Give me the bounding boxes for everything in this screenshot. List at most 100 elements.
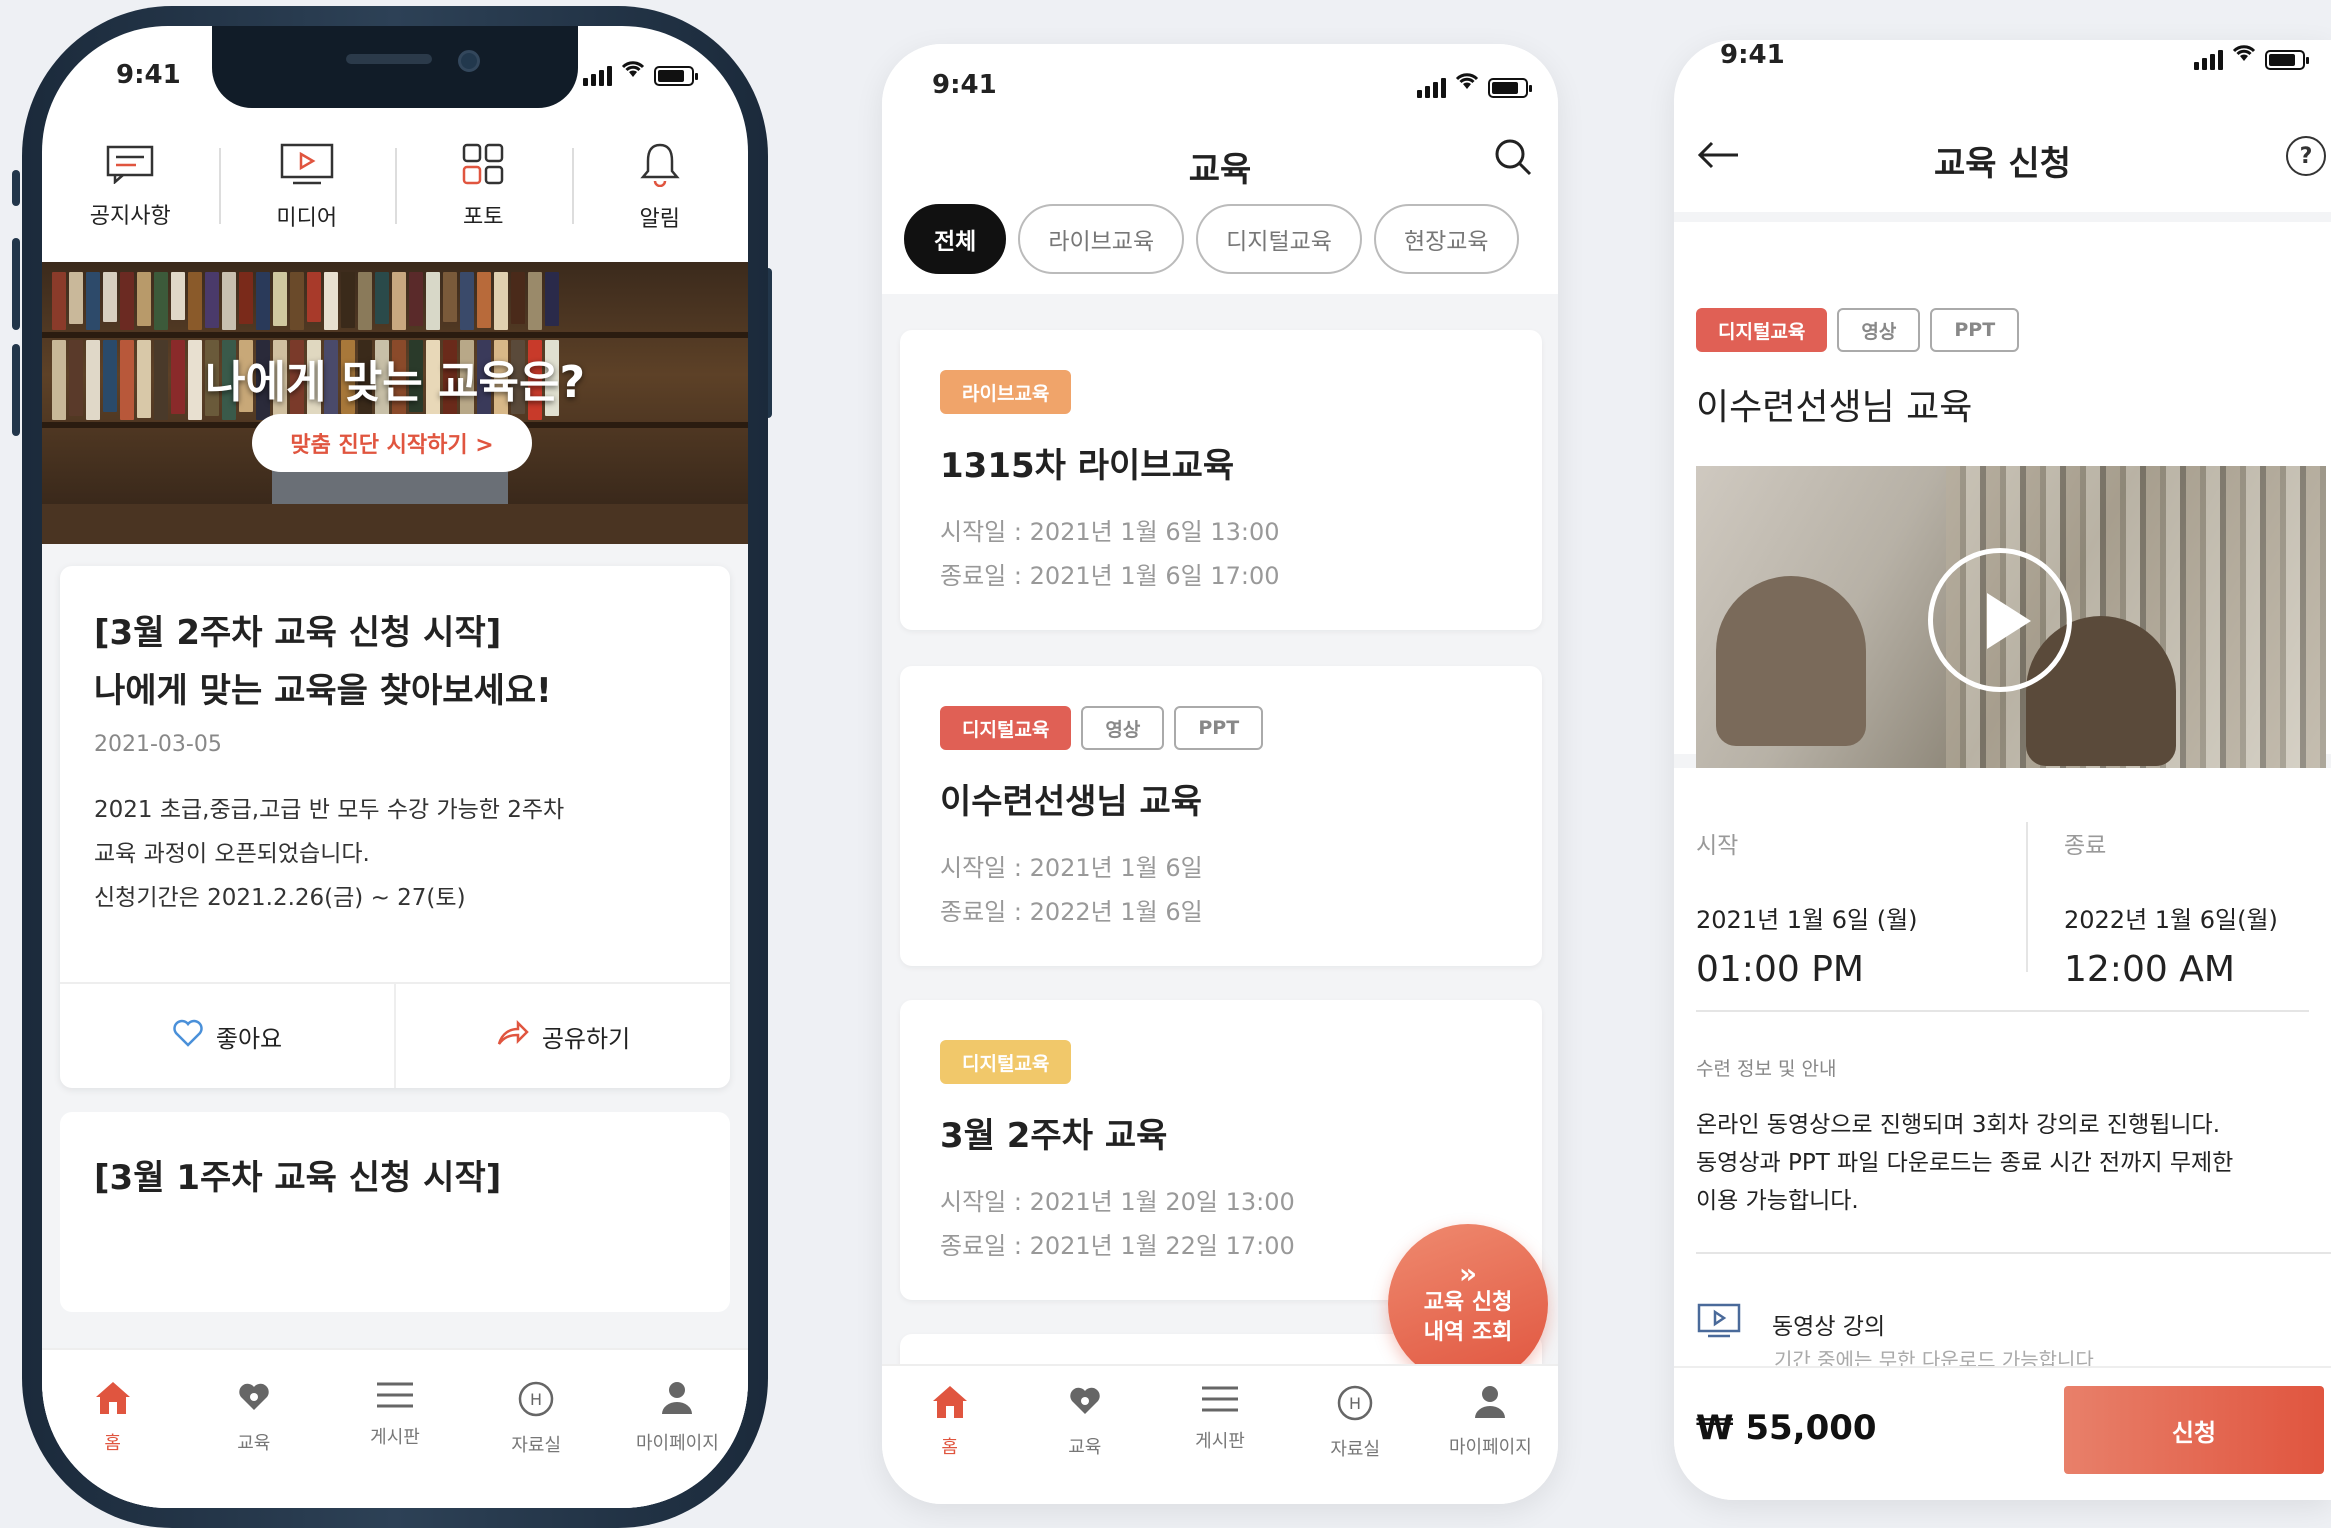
- status-time: 9:41: [932, 70, 997, 100]
- status-icons: [1417, 68, 1532, 98]
- filter-chips-viewport: 전체 라이브교육 디지털교육 현장교육: [882, 204, 1558, 276]
- user-icon: [658, 1380, 696, 1421]
- filter-digital[interactable]: 디지털교육: [1196, 204, 1362, 274]
- tab-mypage[interactable]: 마이페이지: [607, 1380, 748, 1455]
- video-lecture-label: 동영상 강의: [1772, 1314, 1886, 1340]
- education-start: 시작일 : 2021년 1월 20일 13:00: [940, 1188, 1295, 1216]
- notice-title-line1: [3월 2주차 교육 신청 시작]: [94, 613, 502, 653]
- start-time: 01:00 PM: [1696, 949, 1864, 990]
- status-icons: [583, 56, 698, 86]
- quick-menu-notice[interactable]: 공지사항: [42, 112, 219, 262]
- home-icon: [931, 1384, 969, 1425]
- notice-card[interactable]: [3월 1주차 교육 신청 시작]: [60, 1112, 730, 1312]
- tag-video: 영상: [1081, 706, 1165, 750]
- notice-title: [3월 1주차 교육 신청 시작]: [94, 1158, 502, 1198]
- quick-menu-label: 알림: [639, 207, 680, 232]
- quick-menu-media[interactable]: 미디어: [218, 112, 396, 262]
- tab-label: 게시판: [1195, 1431, 1245, 1452]
- tab-mypage[interactable]: 마이페이지: [1423, 1384, 1558, 1459]
- notice-actions: 좋아요 공유하기: [60, 982, 730, 1088]
- svg-text:H: H: [530, 1390, 542, 1409]
- education-title: 1315차 라이브교육: [940, 446, 1235, 486]
- tab-education[interactable]: 교육: [1017, 1384, 1152, 1459]
- apply-button[interactable]: 신청: [2064, 1386, 2324, 1474]
- tab-board[interactable]: 게시판: [324, 1380, 465, 1449]
- education-list-screen: 9:41 교육 전체 라이브교육 디지털교육 현장교육 라이브교육 1315차 …: [882, 44, 1558, 1504]
- filter-all[interactable]: 전체: [904, 204, 1007, 274]
- phone-frame-home: 9:41 공지사항 미디어 포토 알림 나에게 맞는 교육은? 맞춤 진단 시작…: [22, 6, 768, 1528]
- wifi-icon: [1454, 68, 1480, 98]
- like-label: 좋아요: [215, 1024, 283, 1053]
- tab-bar: 홈 교육 게시판 H 자료실 마이페이지: [42, 1348, 748, 1508]
- course-title: 이수련선생님 교육: [1696, 387, 1973, 428]
- tab-label: 교육: [237, 1433, 271, 1454]
- status-time: 9:41: [1720, 40, 1785, 70]
- notice-icon: [105, 144, 155, 188]
- divider: [1696, 1252, 2331, 1254]
- education-card[interactable]: 라이브교육 1315차 라이브교육 시작일 : 2021년 1월 6일 13:0…: [900, 330, 1542, 630]
- notice-card[interactable]: [3월 2주차 교육 신청 시작] 나에게 맞는 교육을 찾아보세요! 2021…: [60, 566, 730, 1088]
- info-body: 온라인 동영상으로 진행되며 3회차 강의로 진행됩니다. 동영상과 PPT 파…: [1696, 1106, 2307, 1220]
- education-start: 시작일 : 2021년 1월 6일 13:00: [940, 518, 1280, 546]
- quick-menu-label: 공지사항: [89, 204, 171, 229]
- education-card[interactable]: 디지털교육 영상 PPT 이수련선생님 교육 시작일 : 2021년 1월 6일…: [900, 666, 1542, 966]
- tab-board[interactable]: 게시판: [1152, 1384, 1287, 1453]
- silent-switch: [12, 170, 20, 206]
- help-icon[interactable]: ?: [2286, 136, 2326, 176]
- hero-background: [42, 272, 748, 330]
- battery-icon: [654, 66, 698, 86]
- notice-body: 2021 초급,중급,고급 반 모두 수강 가능한 2주차 교육 과정이 오픈되…: [94, 788, 700, 920]
- education-tags: 디지털교육: [940, 1040, 1072, 1084]
- education-icon: [1066, 1384, 1104, 1425]
- status-bar: 9:41: [882, 44, 1558, 134]
- tab-home[interactable]: 홈: [882, 1384, 1017, 1459]
- tab-education[interactable]: 교육: [183, 1380, 324, 1455]
- education-dates: 시작일 : 2021년 1월 6일 종료일 : 2022년 1월 6일: [940, 846, 1203, 934]
- page-title: 교육: [1188, 150, 1252, 190]
- education-title: 3월 2주차 교육: [940, 1116, 1168, 1156]
- volume-up-button: [12, 238, 20, 330]
- filter-chips: 전체 라이브교육 디지털교육 현장교육: [904, 204, 1519, 274]
- share-button[interactable]: 공유하기: [394, 984, 730, 1088]
- notice-title-line2: 나에게 맞는 교육을 찾아보세요!: [94, 671, 552, 711]
- tab-label: 마이페이지: [636, 1433, 719, 1454]
- fab-label-line1: 교육 신청: [1423, 1290, 1513, 1315]
- play-icon[interactable]: [1928, 548, 2072, 692]
- search-icon[interactable]: [1492, 136, 1534, 182]
- hero-banner[interactable]: 나에게 맞는 교육은? 맞춤 진단 시작하기 >: [42, 262, 748, 544]
- info-label: 수련 정보 및 안내: [1696, 1058, 1837, 1080]
- status-time: 9:41: [116, 60, 181, 90]
- home-screen: 9:41 공지사항 미디어 포토 알림 나에게 맞는 교육은? 맞춤 진단 시작…: [42, 26, 748, 1508]
- filter-live[interactable]: 라이브교육: [1018, 204, 1185, 274]
- quick-menu: 공지사항 미디어 포토 알림: [42, 112, 748, 262]
- signal-icon: [1417, 76, 1446, 98]
- notice-title: [3월 2주차 교육 신청 시작] 나에게 맞는 교육을 찾아보세요!: [94, 604, 552, 720]
- quick-menu-photo[interactable]: 포토: [395, 112, 572, 262]
- tab-archive[interactable]: H 자료실: [1288, 1384, 1423, 1461]
- application-history-button[interactable]: » 교육 신청 내역 조회: [1388, 1224, 1548, 1384]
- tab-home[interactable]: 홈: [42, 1380, 183, 1455]
- tag-digital: 디지털교육: [940, 706, 1072, 750]
- end-date: 2022년 1월 6일(월): [2064, 906, 2278, 934]
- video-thumbnail-person: [1716, 576, 1866, 746]
- start-column: 시작 2021년 1월 6일 (월) 01:00 PM: [1696, 826, 1918, 990]
- filter-onsite[interactable]: 현장교육: [1373, 204, 1519, 274]
- start-label: 시작: [1696, 833, 1739, 859]
- tab-bar: 홈 교육 게시판 H 자료실 마이페이지: [882, 1364, 1558, 1504]
- course-summary: 디지털교육 영상 PPT 이수련선생님 교육: [1674, 222, 2331, 768]
- page-title: 교육 신청: [1934, 144, 2071, 184]
- volume-down-button: [12, 344, 20, 436]
- user-icon: [1471, 1384, 1509, 1425]
- tag-live: 라이브교육: [940, 370, 1072, 414]
- end-time: 12:00 AM: [2064, 949, 2235, 990]
- tab-label: 홈: [941, 1437, 958, 1458]
- like-button[interactable]: 좋아요: [60, 984, 394, 1088]
- tag-ppt: PPT: [1930, 308, 2020, 352]
- course-video[interactable]: [1696, 466, 2326, 768]
- double-chevron-icon: »: [1458, 1257, 1478, 1290]
- education-start: 시작일 : 2021년 1월 6일: [940, 854, 1203, 882]
- tab-archive[interactable]: H 자료실: [466, 1380, 607, 1457]
- info-line1: 온라인 동영상으로 진행되며 3회차 강의로 진행됩니다.: [1696, 1112, 2221, 1138]
- quick-menu-alarm[interactable]: 알림: [571, 112, 749, 262]
- start-diagnosis-button[interactable]: 맞춤 진단 시작하기 >: [252, 414, 532, 472]
